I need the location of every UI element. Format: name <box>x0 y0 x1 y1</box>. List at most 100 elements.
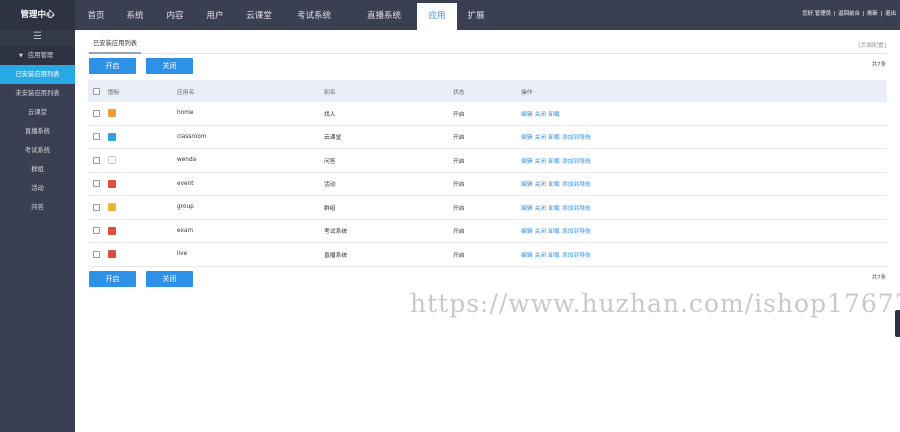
header-icon: 图标 <box>108 89 120 96</box>
table-body: home 找人 开启 编辑 关闭 卸载 classroom 云课堂 开启 编辑 关闭 卸载 添加到导航 w… <box>88 102 887 267</box>
open-button[interactable]: 开启 <box>89 58 136 74</box>
uninstall-link[interactable]: 卸载 <box>548 156 560 165</box>
app-status: 开启 <box>453 158 465 165</box>
close-link[interactable]: 关闭 <box>535 156 547 165</box>
edit-link[interactable]: 编辑 <box>521 179 533 188</box>
nav-users[interactable]: 用户 <box>195 0 235 30</box>
row-checkbox[interactable] <box>93 149 100 172</box>
close-button-bottom[interactable]: 关闭 <box>146 271 193 287</box>
app-icon-cell <box>108 126 116 149</box>
back-to-front-link[interactable]: 返回前台 <box>838 11 860 17</box>
open-button-bottom[interactable]: 开启 <box>89 271 136 287</box>
table-row: live 直播系统 开启 编辑 关闭 卸载 添加到导航 <box>88 243 887 267</box>
red-app-icon <box>108 179 116 188</box>
sidebar-item-qa[interactable]: 问答 <box>0 198 75 217</box>
nav-exam[interactable]: 考试系统 <box>283 0 345 30</box>
app-alias: 群组 <box>324 205 336 212</box>
add-to-nav-link[interactable]: 添加到导航 <box>562 132 591 141</box>
edit-link[interactable]: 编辑 <box>521 156 533 165</box>
total-count-bottom: 共7条 <box>871 275 886 281</box>
edit-link[interactable]: 编辑 <box>521 250 533 259</box>
row-checkbox[interactable] <box>93 243 100 266</box>
row-actions: 编辑 关闭 卸载 添加到导航 <box>521 243 593 266</box>
edit-link[interactable]: 编辑 <box>521 203 533 212</box>
uninstall-link[interactable]: 卸载 <box>548 132 560 141</box>
sidebar-item-cloud-class[interactable]: 云课堂 <box>0 103 75 122</box>
nav-system[interactable]: 系统 <box>115 0 155 30</box>
sidebar-group-label: 应用管理 <box>27 52 54 59</box>
row-actions: 编辑 关闭 卸载 添加到导航 <box>521 126 593 149</box>
sidebar-item-installed-apps[interactable]: 已安装应用列表 <box>0 65 75 84</box>
add-to-nav-link[interactable]: 添加到导航 <box>562 203 591 212</box>
app-alias: 直播系统 <box>324 252 348 259</box>
add-to-nav-link[interactable]: 添加到导航 <box>562 156 591 165</box>
uninstall-link[interactable]: 卸载 <box>548 203 560 212</box>
main-content: 已安装应用列表 [页面配置] 开启 关闭 共7条 图标 应用名 别名 状态 操作… <box>75 30 900 432</box>
row-actions: 编辑 关闭 卸载 添加到导航 <box>521 196 593 219</box>
close-link[interactable]: 关闭 <box>535 132 547 141</box>
select-all-checkbox[interactable] <box>93 80 100 102</box>
app-alias: 活动 <box>324 182 336 189</box>
app-icon-cell <box>108 243 116 266</box>
sidebar-item-uninstalled-apps[interactable]: 未安装应用列表 <box>0 84 75 103</box>
sidebar-item-events[interactable]: 活动 <box>0 179 75 198</box>
close-link[interactable]: 关闭 <box>535 179 547 188</box>
row-actions: 编辑 关闭 卸载 添加到导航 <box>521 220 593 243</box>
row-actions: 编辑 关闭 卸载 <box>521 102 562 125</box>
table-row: classroom 云课堂 开启 编辑 关闭 卸载 添加到导航 <box>88 126 887 149</box>
nav-cloud-class[interactable]: 云课堂 <box>235 0 283 30</box>
row-checkbox[interactable] <box>93 102 100 125</box>
add-to-nav-link[interactable]: 添加到导航 <box>562 250 591 259</box>
app-name: live <box>177 251 188 258</box>
sidebar-item-groups[interactable]: 群组 <box>0 160 75 179</box>
row-checkbox[interactable] <box>93 220 100 243</box>
sidebar-group-app-management[interactable]: ▼ 应用管理 <box>0 46 75 65</box>
row-checkbox[interactable] <box>93 126 100 149</box>
edit-link[interactable]: 编辑 <box>521 109 533 118</box>
add-to-nav-link[interactable]: 添加到导航 <box>562 179 591 188</box>
close-link[interactable]: 关闭 <box>535 226 547 235</box>
sidebar-item-exam[interactable]: 考试系统 <box>0 141 75 160</box>
menu-toggle-icon[interactable]: ☰ <box>0 30 75 46</box>
nav-extend[interactable]: 扩展 <box>457 0 495 30</box>
row-checkbox[interactable] <box>93 196 100 219</box>
nav-live[interactable]: 直播系统 <box>353 0 415 30</box>
close-link[interactable]: 关闭 <box>535 203 547 212</box>
app-icon-cell <box>108 196 116 219</box>
table-header: 图标 应用名 别名 状态 操作 <box>88 80 887 102</box>
app-status: 开启 <box>453 135 465 142</box>
app-icon-cell <box>108 173 116 196</box>
header-app-name: 应用名 <box>177 89 195 96</box>
app-status: 开启 <box>453 182 465 189</box>
nav-content[interactable]: 内容 <box>155 0 195 30</box>
logout-link[interactable]: 退出 <box>885 11 896 17</box>
close-button[interactable]: 关闭 <box>146 58 193 74</box>
top-bar: 管理中心 首页 系统 内容 用户 云课堂 考试系统 直播系统 应用 扩展 您好,… <box>0 0 900 33</box>
uninstall-link[interactable]: 卸载 <box>548 250 560 259</box>
app-alias: 考试系统 <box>324 229 348 236</box>
add-to-nav-link[interactable]: 添加到导航 <box>562 226 591 235</box>
uninstall-link[interactable]: 卸载 <box>548 226 560 235</box>
app-name: exam <box>177 227 194 234</box>
row-checkbox[interactable] <box>93 173 100 196</box>
nav-home[interactable]: 首页 <box>77 0 115 30</box>
floating-side-tab[interactable] <box>895 310 900 337</box>
edit-link[interactable]: 编辑 <box>521 132 533 141</box>
edit-link[interactable]: 编辑 <box>521 226 533 235</box>
sidebar-item-live[interactable]: 直播系统 <box>0 122 75 141</box>
close-link[interactable]: 关闭 <box>535 109 547 118</box>
app-alias: 找人 <box>324 111 336 118</box>
sidebar: ☰ ▼ 应用管理 已安装应用列表 未安装应用列表 云课堂 直播系统 考试系统 群组… <box>0 30 75 432</box>
refresh-link[interactable]: 刷新 <box>867 11 878 17</box>
uninstall-link[interactable]: 卸载 <box>548 109 560 118</box>
app-name: wenda <box>177 157 197 164</box>
nav-apps[interactable]: 应用 <box>417 3 457 33</box>
tab-installed-apps[interactable]: 已安装应用列表 <box>89 38 142 54</box>
table-row: wenda 问答 开启 编辑 关闭 卸载 添加到导航 <box>88 149 887 173</box>
page-config-link[interactable]: [页面配置] <box>858 40 886 49</box>
tab-bar: 已安装应用列表 [页面配置] <box>88 38 886 54</box>
uninstall-link[interactable]: 卸载 <box>548 179 560 188</box>
close-link[interactable]: 关闭 <box>535 250 547 259</box>
caret-down-icon: ▼ <box>19 53 23 59</box>
app-alias: 云课堂 <box>324 135 342 142</box>
